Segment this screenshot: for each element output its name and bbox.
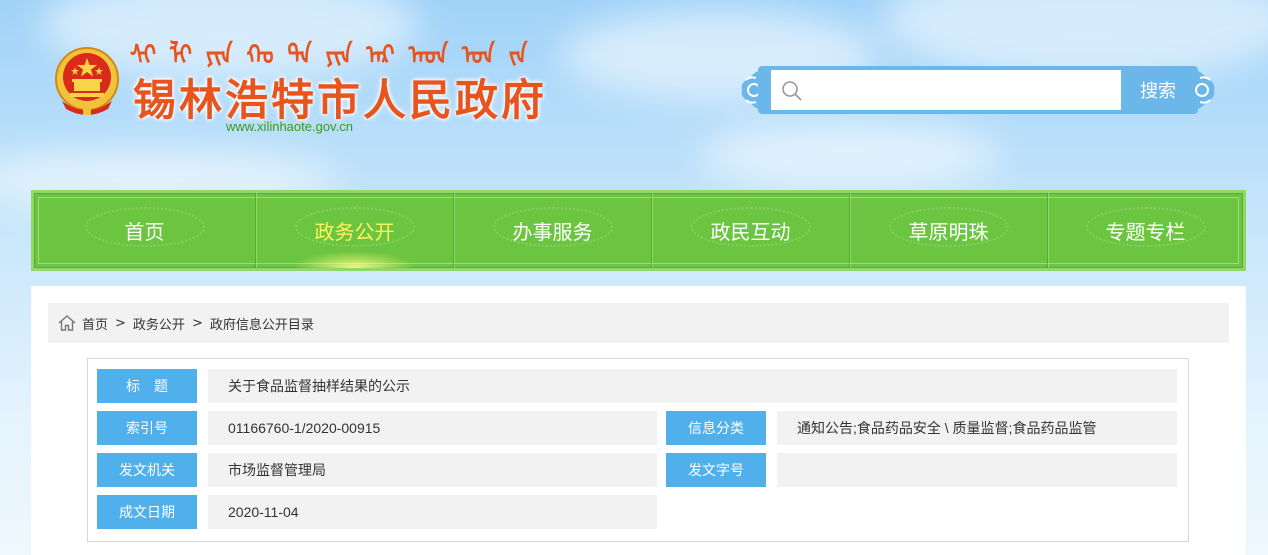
breadcrumb-government-affairs[interactable]: 政务公开	[133, 314, 185, 333]
mongolian-title: ᠰᠢ ᠯᠢ ᠶᠢᠨ ᠬᠣ ᠲᠠ ᠶᠢᠨ ᠠᠷ ᠠᠳ ᠤᠨ ᠵᠠ	[130, 30, 527, 71]
mongolian-glyph: ᠯᠢ	[170, 40, 192, 71]
info-row-date: 成文日期 2020-11-04	[97, 495, 657, 529]
info-row-issuer: 发文机关 市场监督管理局	[97, 453, 657, 487]
search-bar: 搜索	[736, 64, 1220, 116]
mongolian-glyph: ᠬᠣ	[246, 40, 274, 71]
nav-item-special-topics[interactable]: 专题专栏	[1048, 193, 1243, 268]
breadcrumb-home[interactable]: 首页	[82, 314, 108, 333]
mongolian-glyph: ᠶᠢᠨ	[325, 40, 353, 71]
nav-item-label: 草原明珠	[908, 220, 989, 244]
nav-item-government-affairs[interactable]: 政务公开	[256, 193, 454, 268]
home-icon	[58, 315, 76, 331]
nav-item-label: 政务公开	[314, 220, 395, 244]
doc-number-label: 发文字号	[666, 453, 766, 487]
nav-item-home[interactable]: 首页	[34, 193, 256, 268]
issuer-label: 发文机关	[97, 453, 197, 487]
search-input[interactable]	[771, 70, 1121, 110]
site-header: ᠰᠢ ᠯᠢ ᠶᠢᠨ ᠬᠣ ᠲᠠ ᠶᠢᠨ ᠠᠷ ᠠᠳ ᠤᠨ ᠵᠠ 锡林浩特市人民政…	[0, 0, 1268, 190]
nav-item-label: 政民互动	[710, 220, 791, 244]
nav-item-services[interactable]: 办事服务	[454, 193, 652, 268]
index-value: 01166760-1/2020-00915	[208, 411, 657, 445]
doc-number-value	[777, 453, 1177, 487]
nav-item-label: 专题专栏	[1105, 220, 1186, 244]
nav-item-grassland-pearl[interactable]: 草原明珠	[850, 193, 1048, 268]
mongolian-glyph: ᠠᠷ	[366, 40, 395, 71]
mongolian-glyph: ᠤᠨ	[461, 40, 495, 71]
date-label: 成文日期	[97, 495, 197, 529]
mongolian-glyph: ᠶᠢᠨ	[205, 40, 233, 71]
nav-item-label: 办事服务	[512, 220, 593, 244]
breadcrumb-separator: >	[115, 315, 126, 331]
breadcrumb-separator: >	[191, 315, 203, 331]
main-nav: 首页 政务公开 办事服务 政民互动 草原明珠 专题专栏	[31, 190, 1246, 271]
index-label: 索引号	[97, 411, 197, 445]
search-button[interactable]: 搜索	[1121, 70, 1195, 110]
mongolian-glyph: ᠲᠠ	[287, 40, 312, 71]
category-value: 通知公告;食品药品安全 \ 质量监督;食品药品监管	[777, 411, 1177, 445]
site-url[interactable]: www.xilinhaote.gov.cn	[226, 119, 353, 134]
mongolian-glyph: ᠠᠳ	[408, 40, 448, 71]
date-value: 2020-11-04	[208, 495, 657, 529]
breadcrumb: 首页 > 政务公开 > 政府信息公开目录	[48, 303, 1229, 343]
nav-item-label: 首页	[124, 220, 165, 244]
breadcrumb-catalog[interactable]: 政府信息公开目录	[210, 314, 314, 333]
main-content: 首页 > 政务公开 > 政府信息公开目录 标 题 关于食品监督抽样结果的公示 索…	[31, 286, 1246, 555]
national-emblem-icon	[55, 47, 119, 115]
title-value: 关于食品监督抽样结果的公示	[208, 369, 1177, 403]
info-row-doc-number: 发文字号	[666, 453, 1177, 487]
mongolian-glyph: ᠵᠠ	[508, 40, 528, 71]
info-row-title: 标 题 关于食品监督抽样结果的公示	[97, 369, 1177, 403]
info-row-index: 索引号 01166760-1/2020-00915	[97, 411, 657, 445]
search-icon	[782, 81, 802, 101]
title-label: 标 题	[97, 369, 197, 403]
info-row-category: 信息分类 通知公告;食品药品安全 \ 质量监督;食品药品监管	[666, 411, 1177, 445]
document-info-table: 标 题 关于食品监督抽样结果的公示 索引号 01166760-1/2020-00…	[87, 358, 1189, 542]
issuer-value: 市场监督管理局	[208, 453, 657, 487]
category-label: 信息分类	[666, 411, 766, 445]
nav-item-interaction[interactable]: 政民互动	[652, 193, 850, 268]
mongolian-glyph: ᠰᠢ	[130, 40, 157, 71]
